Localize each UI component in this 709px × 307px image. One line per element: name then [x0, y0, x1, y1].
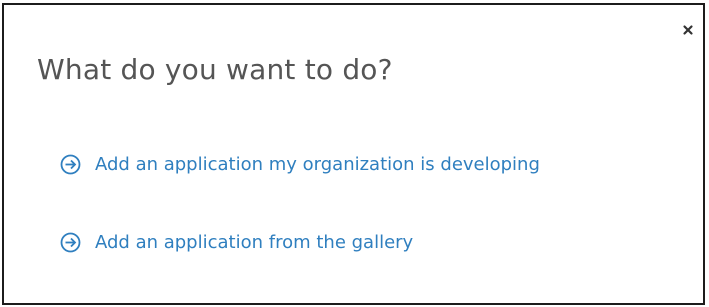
dialog-title: What do you want to do? — [37, 53, 393, 86]
add-gallery-application-label: Add an application from the gallery — [95, 232, 414, 253]
add-developing-application-link[interactable]: Add an application my organization is de… — [60, 154, 540, 175]
add-gallery-application-link[interactable]: Add an application from the gallery — [60, 232, 413, 253]
close-button[interactable] — [681, 23, 695, 37]
arrow-circle-right-icon — [60, 154, 81, 175]
close-icon — [683, 25, 693, 35]
add-developing-application-label: Add an application my organization is de… — [95, 154, 540, 175]
add-application-dialog: What do you want to do? Add an applicati… — [2, 3, 705, 305]
arrow-circle-right-icon — [60, 232, 81, 253]
